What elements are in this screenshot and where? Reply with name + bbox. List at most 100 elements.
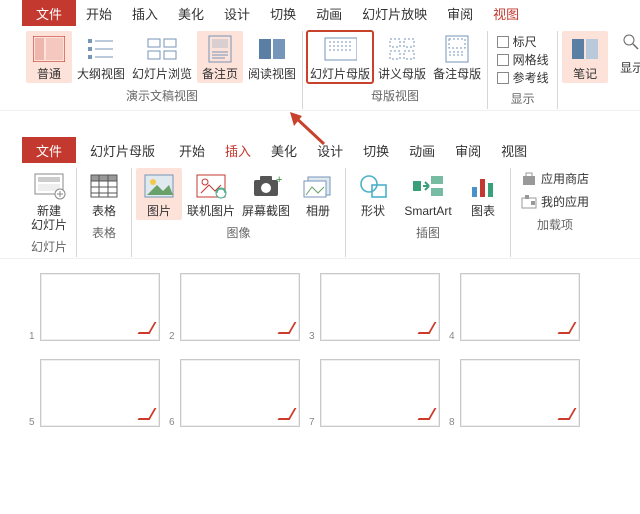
slide-thumbnail[interactable]: 7 [320, 359, 440, 427]
store-button[interactable]: 应用商店 [521, 170, 589, 187]
thumb-row: 1 2 3 4 [40, 273, 640, 341]
tab2-animation[interactable]: 动画 [399, 137, 445, 163]
tab-beautify[interactable]: 美化 [168, 0, 214, 26]
normal-view-button[interactable]: 普通 [26, 31, 72, 83]
group-label-notes [583, 87, 586, 101]
tab2-insert[interactable]: 插入 [215, 137, 261, 163]
screenshot-button[interactable]: + 屏幕截图 [240, 168, 292, 220]
ribbon1-tabs: 文件 开始 插入 美化 设计 切换 动画 幻灯片放映 审阅 视图 [0, 0, 640, 26]
photo-album-button[interactable]: 相册 [295, 168, 341, 220]
ribbon-insert: 文件 幻灯片母版 开始 插入 美化 设计 切换 动画 审阅 视图 新建 幻灯片 … [0, 137, 640, 259]
svg-text:+: + [276, 174, 282, 186]
group-label-master-views: 母版视图 [371, 87, 419, 104]
ribbon1-controls: 普通 大纲视图 幻灯片浏览 [0, 26, 640, 109]
slide-sorter-icon [145, 35, 179, 63]
tab-transition[interactable]: 切换 [260, 0, 306, 26]
slide-master-button[interactable]: 幻灯片母版 [307, 31, 373, 83]
tab-start[interactable]: 开始 [76, 0, 122, 26]
notes-master-icon [440, 35, 474, 63]
group-presentation-views: 普通 大纲视图 幻灯片浏览 [22, 31, 303, 109]
group-notes: 笔记 [558, 31, 612, 109]
group-images: 图片 联机图片 + 屏幕截图 [132, 168, 346, 257]
screenshot-icon: + [249, 172, 283, 200]
gridlines-checkbox[interactable]: 网格线 [497, 51, 549, 68]
tab2-start[interactable]: 开始 [169, 137, 215, 163]
notes-page-icon [203, 35, 237, 63]
ribbon2-controls: 新建 幻灯片 幻灯片 表格 表格 [0, 163, 640, 257]
slide-thumbnail[interactable]: 1 [40, 273, 160, 341]
my-addins-icon [521, 195, 537, 209]
slide-thumbnail[interactable]: 8 [460, 359, 580, 427]
pictures-icon [142, 172, 176, 200]
group-label-tables: 表格 [92, 224, 116, 241]
slide-thumbnail[interactable]: 4 [460, 273, 580, 341]
tab2-design[interactable]: 设计 [307, 137, 353, 163]
normal-view-icon [32, 35, 66, 63]
table-icon [87, 172, 121, 200]
tab2-review[interactable]: 审阅 [445, 137, 491, 163]
ruler-checkbox[interactable]: 标尺 [497, 33, 549, 50]
tab-slideshow[interactable]: 幻灯片放映 [352, 0, 437, 26]
tab-view[interactable]: 视图 [483, 0, 529, 26]
online-pictures-icon [194, 172, 228, 200]
shapes-button[interactable]: 形状 [350, 168, 396, 220]
group-label-illustrations: 插图 [416, 224, 440, 241]
new-slide-icon [32, 172, 66, 200]
show-presenter-label: 显示 [620, 59, 640, 76]
slide-master-icon [323, 35, 357, 63]
ribbon-view: 文件 开始 插入 美化 设计 切换 动画 幻灯片放映 审阅 视图 普通 [0, 0, 640, 111]
slide-sorter-button[interactable]: 幻灯片浏览 [130, 31, 194, 83]
ribbon2-tabs: 文件 幻灯片母版 开始 插入 美化 设计 切换 动画 审阅 视图 [0, 137, 640, 163]
slide-thumbnail[interactable]: 3 [320, 273, 440, 341]
tab-design[interactable]: 设计 [214, 0, 260, 26]
group-label-show: 显示 [511, 90, 535, 107]
my-addins-button[interactable]: 我的应用 [521, 193, 589, 210]
chart-button[interactable]: 图表 [460, 168, 506, 220]
new-slide-button[interactable]: 新建 幻灯片 [26, 168, 72, 234]
group-label-addins: 加载项 [537, 216, 573, 233]
reading-view-button[interactable]: 阅读视图 [246, 31, 298, 83]
group-show-options: 标尺 网格线 参考线 显示 [488, 31, 558, 109]
group-addins: 应用商店 我的应用 加载项 [511, 168, 599, 257]
tab-review[interactable]: 审阅 [437, 0, 483, 26]
online-pictures-button[interactable]: 联机图片 [185, 168, 237, 220]
zoom-fit-button[interactable] [618, 31, 640, 55]
notes-button[interactable]: 笔记 [562, 31, 608, 83]
group-label-presentation-views: 演示文稿视图 [126, 87, 198, 104]
slide-sorter-area: 1 2 3 4 5 6 7 8 [0, 259, 640, 427]
pictures-button[interactable]: 图片 [136, 168, 182, 220]
store-icon [521, 172, 537, 186]
tab2-slide-master[interactable]: 幻灯片母版 [76, 137, 169, 163]
notes-master-button[interactable]: 备注母版 [431, 31, 483, 83]
thumb-row: 5 6 7 8 [40, 359, 640, 427]
guides-checkbox[interactable]: 参考线 [497, 69, 549, 86]
tab-file[interactable]: 文件 [22, 0, 76, 26]
notes-page-button[interactable]: 备注页 [197, 31, 243, 83]
slide-thumbnail[interactable]: 5 [40, 359, 160, 427]
group-label-slides: 幻灯片 [31, 238, 67, 255]
tab-insert[interactable]: 插入 [122, 0, 168, 26]
group-slides: 新建 幻灯片 幻灯片 [22, 168, 77, 257]
table-button[interactable]: 表格 [81, 168, 127, 220]
smartart-icon [411, 172, 445, 200]
smartart-button[interactable]: SmartArt [399, 168, 457, 220]
slide-thumbnail[interactable]: 6 [180, 359, 300, 427]
outline-view-button[interactable]: 大纲视图 [75, 31, 127, 83]
group-far-right: 显示 [612, 31, 640, 109]
notes-icon [568, 35, 602, 63]
tab2-transition[interactable]: 切换 [353, 137, 399, 163]
shapes-icon [356, 172, 390, 200]
group-tables: 表格 表格 [77, 168, 132, 257]
group-master-views: 幻灯片母版 讲义母版 备注母版 母版视图 [303, 31, 488, 109]
tab2-view[interactable]: 视图 [491, 137, 537, 163]
group-illustrations: 形状 SmartArt 图表 插图 [346, 168, 511, 257]
handout-master-button[interactable]: 讲义母版 [376, 31, 428, 83]
tab2-file[interactable]: 文件 [22, 137, 76, 163]
magnifier-icon [622, 33, 640, 53]
slide-thumbnail[interactable]: 2 [180, 273, 300, 341]
photo-album-icon [301, 172, 335, 200]
tab2-beautify[interactable]: 美化 [261, 137, 307, 163]
handout-master-icon [385, 35, 419, 63]
tab-animation[interactable]: 动画 [306, 0, 352, 26]
group-label-images: 图像 [227, 224, 251, 241]
